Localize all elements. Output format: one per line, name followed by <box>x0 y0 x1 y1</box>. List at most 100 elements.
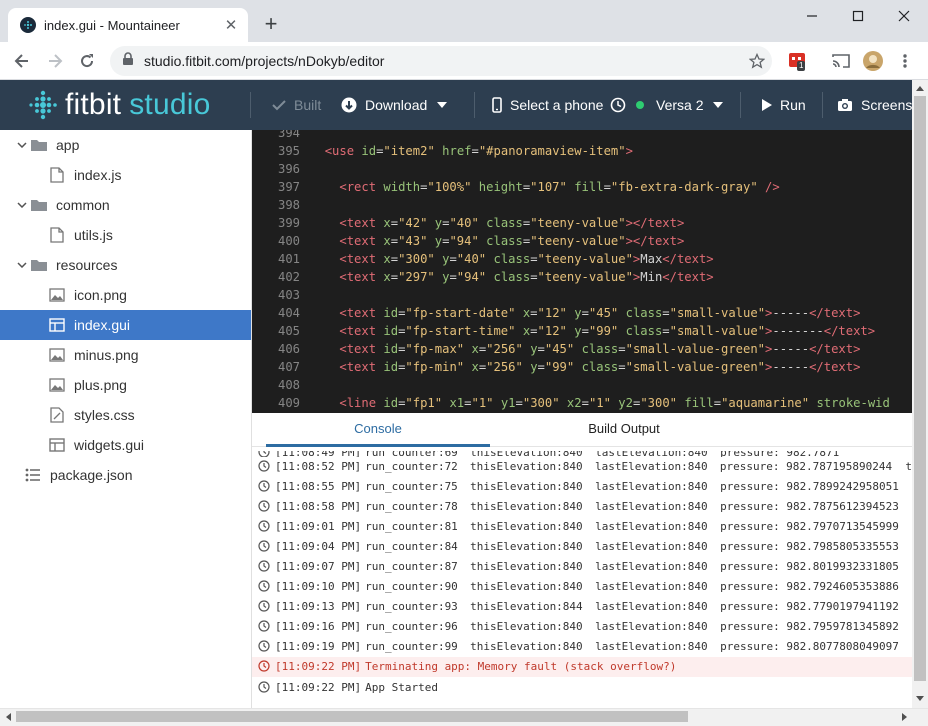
code-line[interactable]: 394 <box>252 130 912 142</box>
browser-menu-icon[interactable] <box>894 50 916 72</box>
bookmark-star-icon[interactable] <box>742 53 772 69</box>
code-token: = <box>449 270 457 284</box>
log-timestamp: [11:09:07 PM] <box>275 560 362 573</box>
code-token: class <box>625 324 663 338</box>
code-line[interactable]: 402 <text x="297" y="94" class="teeny-va… <box>252 268 912 286</box>
code-token: x2 <box>566 396 582 410</box>
sidebar-item-common[interactable]: common <box>0 190 251 220</box>
cast-icon[interactable] <box>830 50 852 72</box>
select-device-button[interactable]: Versa 2 <box>610 80 724 130</box>
code-token: "aquamarine" <box>721 396 810 410</box>
built-status: Built <box>272 80 321 130</box>
code-line[interactable]: 409 <line id="fp1" x1="1" y1="300" x2="1… <box>252 394 912 412</box>
select-phone-button[interactable]: Select a phone <box>492 80 603 130</box>
log-last-elevation: lastElevation:840 <box>595 600 708 613</box>
code-token: "small-value" <box>669 306 766 320</box>
sidebar-item-package-json[interactable]: package.json <box>0 460 251 490</box>
code-token: "fp-max" <box>405 342 465 356</box>
code-token: = <box>449 252 457 266</box>
new-tab-button[interactable]: + <box>258 12 284 38</box>
tab-console[interactable]: Console <box>266 413 490 447</box>
sidebar-item-label: app <box>56 137 80 153</box>
download-icon <box>341 97 357 113</box>
sidebar-item-index-gui[interactable]: index.gui <box>0 310 251 340</box>
sidebar-item-utils-js[interactable]: utils.js <box>0 220 251 250</box>
code-token: "small-value-green" <box>625 360 766 374</box>
code-text: <text id="fp-min" x="256" y="99" class="… <box>310 360 860 374</box>
code-token: = <box>530 324 538 338</box>
code-token: "small-value" <box>669 324 766 338</box>
code-line[interactable]: 397 <rect width="100%" height="107" fill… <box>252 178 912 196</box>
log-this-elevation: thisElevation:840 <box>470 520 583 533</box>
forward-arrow-icon[interactable] <box>43 49 67 73</box>
code-line[interactable]: 398 <box>252 196 912 214</box>
code-line[interactable]: 400 <text x="43" y="94" class="teeny-val… <box>252 232 912 250</box>
code-token: = <box>390 234 399 248</box>
code-line[interactable]: 408 <box>252 376 912 394</box>
chevron-down-icon[interactable] <box>14 262 30 268</box>
code-token: = <box>390 252 399 266</box>
code-editor[interactable]: 394 395 <use id = "item2" href = "#panoramavi… <box>252 130 912 413</box>
scroll-left-icon[interactable] <box>0 709 16 725</box>
clock-icon <box>258 460 272 474</box>
code-token: > <box>625 144 633 158</box>
code-line[interactable]: 396 <box>252 160 912 178</box>
reload-icon[interactable] <box>75 49 99 73</box>
sidebar-item-app[interactable]: app <box>0 130 251 160</box>
extension-icon[interactable]: 1 <box>786 50 808 72</box>
horizontal-scroll-thumb[interactable] <box>16 711 688 722</box>
code-line[interactable]: 405 <text id="fp-start-time" x="12" y="9… <box>252 322 912 340</box>
address-bar[interactable]: studio.fitbit.com/projects/nDokyb/editor <box>110 46 772 76</box>
close-window-icon[interactable] <box>889 4 919 28</box>
scroll-right-icon[interactable] <box>896 709 912 725</box>
download-button[interactable]: Download <box>341 80 448 130</box>
code-token: fill <box>574 180 604 194</box>
console-log[interactable]: [11:08:49 PM]run_counter:69thisElevation… <box>252 451 912 708</box>
log-run-counter: run_counter:75 <box>365 480 458 493</box>
code-line[interactable]: 399 <text x="42" y="40" class="teeny-val… <box>252 214 912 232</box>
sidebar-item-plus-png[interactable]: plus.png <box>0 370 251 400</box>
code-token: </text> <box>809 306 861 320</box>
play-icon <box>762 99 772 111</box>
code-line[interactable]: 401 <text x="300" y="40" class="teeny-va… <box>252 250 912 268</box>
vertical-scroll-thumb[interactable] <box>914 96 926 681</box>
sidebar-item-minus-png[interactable]: minus.png <box>0 340 251 370</box>
minimize-window-icon[interactable] <box>797 4 827 28</box>
scroll-up-icon[interactable] <box>912 80 928 96</box>
code-line[interactable]: 395 <use id="item2" href="#panoramaview-… <box>252 142 912 160</box>
scroll-down-icon[interactable] <box>912 690 928 706</box>
download-label: Download <box>365 97 428 113</box>
sidebar-item-styles-css[interactable]: styles.css <box>0 400 251 430</box>
code-line[interactable]: 407 <text id="fp-min" x="256" y="99" cla… <box>252 358 912 376</box>
sidebar-item-widgets-gui[interactable]: widgets.gui <box>0 430 251 460</box>
browser-tab[interactable]: index.gui - Mountaineer ✕ <box>8 8 248 42</box>
fitbit-studio-logo[interactable]: fitbit studio <box>27 88 211 122</box>
sidebar-item-icon-png[interactable]: icon.png <box>0 280 251 310</box>
code-token: id <box>383 342 399 356</box>
log-this-elevation: thisElevation:844 <box>470 600 583 613</box>
profile-avatar[interactable] <box>862 50 884 72</box>
chevron-down-icon[interactable] <box>14 142 30 148</box>
code-line[interactable]: 406 <text id="fp-max" x="256" y="45" cla… <box>252 340 912 358</box>
log-run-counter: run_counter:96 <box>365 620 458 633</box>
run-button[interactable]: Run <box>762 80 806 130</box>
back-arrow-icon[interactable] <box>10 49 34 73</box>
maximize-window-icon[interactable] <box>843 4 873 28</box>
code-line[interactable]: 403 <box>252 286 912 304</box>
sidebar-item-resources[interactable]: resources <box>0 250 251 280</box>
chevron-down-icon[interactable] <box>14 202 30 208</box>
code-token: y2 <box>618 396 633 410</box>
code-token: = <box>581 324 589 338</box>
sidebar-item-label: index.js <box>74 167 122 183</box>
code-line[interactable]: 404 <text id="fp-start-date" x="12" y="4… <box>252 304 912 322</box>
screenshot-button[interactable]: Screens <box>837 80 912 130</box>
sidebar-item-index-js[interactable]: index.js <box>0 160 251 190</box>
log-pressure: pressure: 982.7899242958051 <box>720 480 899 493</box>
tab-build-output[interactable]: Build Output <box>512 413 736 447</box>
close-tab-icon[interactable]: ✕ <box>222 16 240 34</box>
device-label: Versa 2 <box>656 97 704 113</box>
sidebar-item-label: minus.png <box>74 347 139 363</box>
